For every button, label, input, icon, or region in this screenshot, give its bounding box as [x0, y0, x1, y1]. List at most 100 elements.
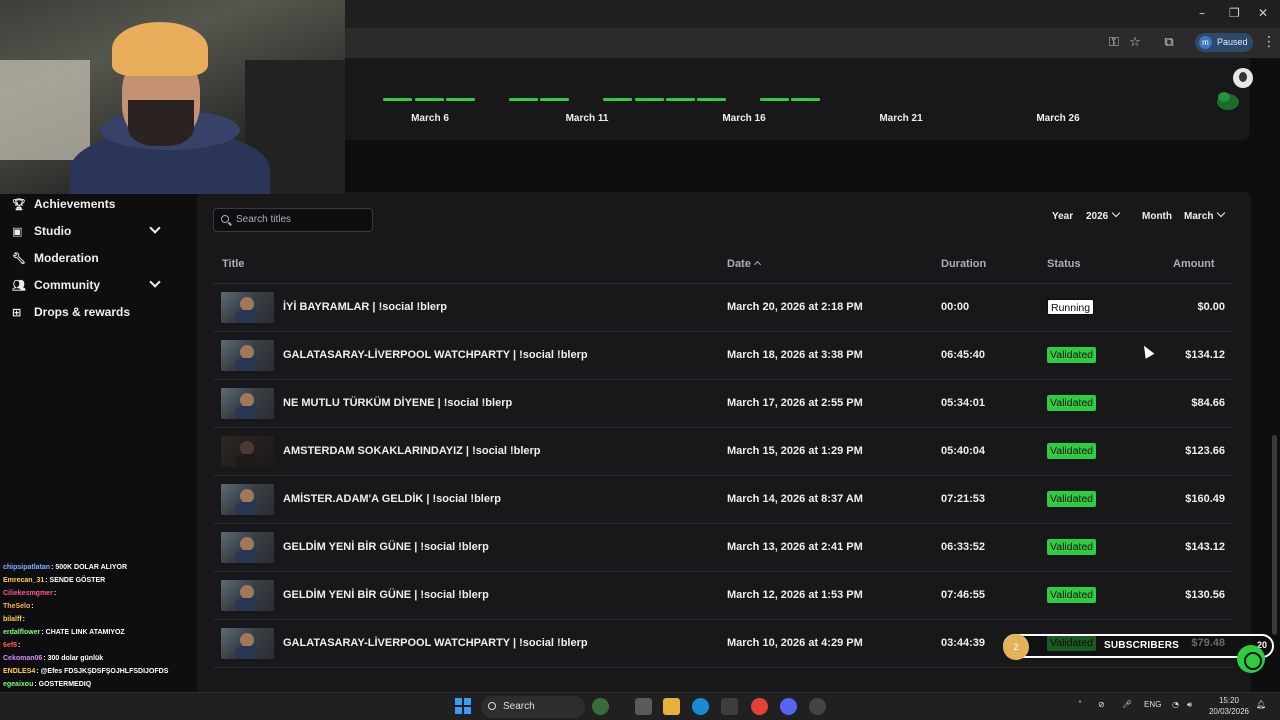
table-row[interactable]: AMSTERDAM SOKAKLARINDAYIZ | !social !ble… [213, 428, 1233, 476]
extensions-icon[interactable]: ⧉ [1160, 34, 1178, 52]
stream-thumbnail[interactable] [221, 340, 274, 371]
chat-message: egeaixou: GOSTERMEDIQ [3, 681, 91, 688]
chevron-down-icon[interactable] [149, 222, 161, 234]
discord-icon[interactable] [780, 698, 797, 715]
notification-icon[interactable]: 🔔︎ [1256, 700, 1266, 709]
microphone-icon[interactable]: 🎤︎ [1122, 700, 1132, 709]
task-view-icon[interactable] [635, 698, 652, 715]
chrome-browser-icon[interactable] [751, 698, 768, 715]
store-icon[interactable] [721, 698, 738, 715]
chat-username: Ciliekesmgmer [3, 590, 53, 597]
chart-bar[interactable] [666, 98, 695, 101]
stream-thumbnail[interactable] [221, 532, 274, 563]
chart-bar[interactable] [791, 98, 820, 101]
bookmark-star-icon[interactable]: ☆ [1126, 34, 1144, 52]
chart-bar[interactable] [697, 98, 726, 101]
sidebar-item-achievements[interactable]: 🏆︎ Achievements [12, 193, 187, 215]
chat-message: erdalflower: CHATE LINK ATAMIYOZ [3, 629, 125, 636]
stream-duration: 07:21:53 [941, 493, 986, 505]
chart-bar[interactable] [509, 98, 538, 101]
status-badge: Validated [1047, 347, 1097, 363]
table-row[interactable]: İYİ BAYRAMLAR | !social !blerp March 20, … [213, 284, 1233, 332]
wifi-icon[interactable]: ◔ [1172, 700, 1179, 709]
windows-taskbar: Search ˄ ⊘ 🎤︎ ENG ◔ 🔊︎ 15:20 20/03/2026 … [0, 692, 1280, 720]
sidebar-item-community[interactable]: 👥︎ Community [12, 274, 187, 296]
year-select[interactable]: 2026 [1086, 208, 1121, 222]
stream-title[interactable]: AMİSTER.ADAM'A GELDİK | !social !blerp [283, 493, 501, 505]
maximize-button[interactable]: ❐ [1229, 6, 1240, 20]
tray-network-off-icon[interactable]: ⊘ [1098, 700, 1105, 709]
stream-title[interactable]: GELDİM YENİ BİR GÜNE | !social !blerp [283, 541, 489, 553]
stream-title[interactable]: İYİ BAYRAMLAR | !social !blerp [283, 301, 447, 313]
column-header-title[interactable]: Title [222, 258, 244, 270]
chart-bar[interactable] [446, 98, 475, 101]
sidebar-item-label: Achievements [34, 197, 116, 211]
browser-menu-icon[interactable]: ⋮ [1262, 34, 1276, 50]
table-row[interactable]: GALATASARAY-LİVERPOOL WATCHPARTY | !soci… [213, 332, 1233, 380]
column-header-status[interactable]: Status [1047, 258, 1081, 270]
stream-thumbnail[interactable] [221, 628, 274, 659]
chat-message: chipsipatlatan: 500K DOLAR ALIYOR [3, 564, 127, 571]
column-header-duration[interactable]: Duration [941, 258, 986, 270]
minimize-button[interactable]: – [1199, 6, 1205, 20]
stream-thumbnail[interactable] [221, 388, 274, 419]
close-button[interactable]: ✕ [1258, 6, 1268, 20]
chart-bar[interactable] [635, 98, 664, 101]
sidebar-item-studio[interactable]: ▣ Studio [12, 220, 187, 242]
chart-bar[interactable] [540, 98, 569, 101]
stream-title[interactable]: NE MUTLU TÜRKÜM DİYENE | !social !blerp [283, 397, 512, 409]
stream-duration: 06:33:52 [941, 541, 986, 553]
stream-amount: $123.66 [1185, 445, 1225, 457]
table-row[interactable]: AMİSTER.ADAM'A GELDİK | !social !blerp Ma… [213, 476, 1233, 524]
password-key-icon[interactable]: ⚿ [1105, 34, 1123, 52]
page-scrollbar[interactable] [1272, 435, 1277, 635]
chat-username: ENDLES4 [3, 668, 36, 675]
stream-title[interactable]: GALATASARAY-LİVERPOOL WATCHPARTY | !soci… [283, 637, 588, 649]
stream-title[interactable]: AMSTERDAM SOKAKLARINDAYIZ | !social !ble… [283, 445, 541, 457]
chart-bar[interactable] [760, 98, 789, 101]
table-row[interactable]: GELDİM YENİ BİR GÜNE | !social !blerp Mar… [213, 572, 1233, 620]
stream-amount: $0.00 [1197, 301, 1225, 313]
stream-thumbnail[interactable] [221, 436, 274, 467]
chat-username: bilalff [3, 616, 22, 623]
stream-date: March 10, 2026 at 4:29 PM [727, 637, 863, 649]
language-indicator[interactable]: ENG [1144, 700, 1161, 709]
stream-thumbnail[interactable] [221, 580, 274, 611]
status-badge: Validated [1047, 443, 1097, 459]
search-input[interactable]: Search titles [213, 208, 373, 232]
table-row[interactable]: GELDİM YENİ BİR GÜNE | !social !blerp Mar… [213, 524, 1233, 572]
chat-username: Emrecan_31 [3, 577, 45, 584]
chart-tick-label: March 16 [722, 113, 766, 124]
sidebar-item-moderation[interactable]: 🔧︎ Moderation [12, 247, 187, 269]
stream-title[interactable]: GELDİM YENİ BİR GÜNE | !social !blerp [283, 589, 489, 601]
table-row[interactable]: NE MUTLU TÜRKÜM DİYENE | !social !blerp M… [213, 380, 1233, 428]
month-select[interactable]: March [1184, 208, 1226, 222]
sidebar-item-drops-rewards[interactable]: ⊞ Drops & rewards [12, 301, 187, 323]
chevron-down-icon[interactable] [149, 276, 161, 288]
column-header-date[interactable]: Date [727, 258, 761, 270]
stream-thumbnail[interactable] [221, 292, 274, 323]
studio-icon: ▣ [12, 224, 23, 238]
stream-title[interactable]: GALATASARAY-LİVERPOOL WATCHPARTY | !soci… [283, 349, 588, 361]
chart-bar[interactable] [383, 98, 412, 101]
volume-icon[interactable]: 🔊︎ [1187, 700, 1192, 710]
chart-bar[interactable] [415, 98, 444, 101]
profile-paused-button[interactable]: m Paused [1195, 33, 1253, 52]
obs-icon[interactable] [809, 698, 826, 715]
chart-bar[interactable] [603, 98, 632, 101]
chat-message: ENDLES4: @Efes FDSJKŞDSFŞOJHLFSDIJOFDS [3, 668, 168, 675]
community-icon: 👥︎ [12, 278, 26, 292]
stream-duration: 00:00 [941, 301, 970, 313]
taskbar-search[interactable]: Search [481, 696, 585, 718]
windows-start-icon[interactable] [455, 698, 471, 714]
edge-browser-icon[interactable] [692, 698, 709, 715]
file-explorer-icon[interactable] [663, 698, 680, 715]
tray-expand-icon[interactable]: ˄ [1078, 700, 1082, 709]
stream-amount: $143.12 [1185, 541, 1225, 553]
stream-date: March 15, 2026 at 1:29 PM [727, 445, 863, 457]
stream-thumbnail[interactable] [221, 484, 274, 515]
widgets-icon[interactable] [592, 698, 609, 715]
taskbar-clock[interactable]: 15:20 20/03/2026 [1208, 695, 1250, 717]
address-bar[interactable] [345, 31, 1085, 55]
column-header-amount[interactable]: Amount [1173, 258, 1215, 270]
